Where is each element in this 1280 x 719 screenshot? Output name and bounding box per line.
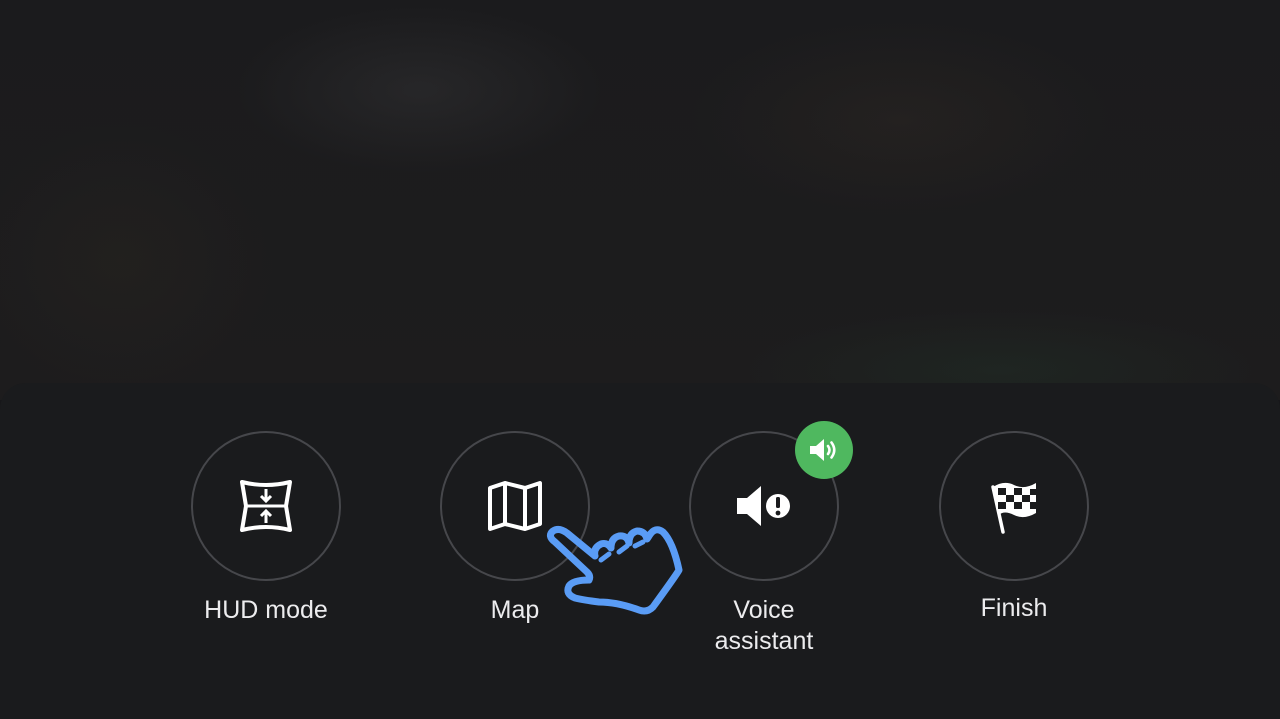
finish-label: Finish	[980, 594, 1048, 622]
hud-mode-icon	[238, 478, 294, 534]
hud-mode-button[interactable]: HUD mode	[166, 431, 366, 626]
speaker-volume-icon	[808, 436, 840, 464]
voice-assistant-circle[interactable]	[689, 421, 853, 581]
voice-assistant-button[interactable]: Voice assistant	[664, 421, 864, 657]
finish-button[interactable]: Finish	[914, 431, 1114, 624]
finish-circle[interactable]	[939, 431, 1089, 581]
app-screen: HUD mode Map Voice assistant Finish	[0, 0, 1280, 719]
map-circle[interactable]	[440, 431, 590, 581]
hud-mode-label: HUD mode	[204, 596, 328, 624]
speaker-alert-icon	[735, 483, 793, 529]
bottom-action-sheet: HUD mode Map Voice assistant Finish	[0, 383, 1280, 719]
map-label: Map	[490, 596, 540, 624]
hud-mode-circle[interactable]	[191, 431, 341, 581]
checkered-flag-icon	[986, 477, 1042, 535]
voice-status-badge[interactable]	[795, 421, 853, 479]
voice-assistant-label: Voice assistant	[714, 596, 814, 655]
dimmed-map-background	[0, 0, 1280, 400]
map-button[interactable]: Map	[415, 431, 615, 626]
map-icon	[487, 480, 543, 532]
